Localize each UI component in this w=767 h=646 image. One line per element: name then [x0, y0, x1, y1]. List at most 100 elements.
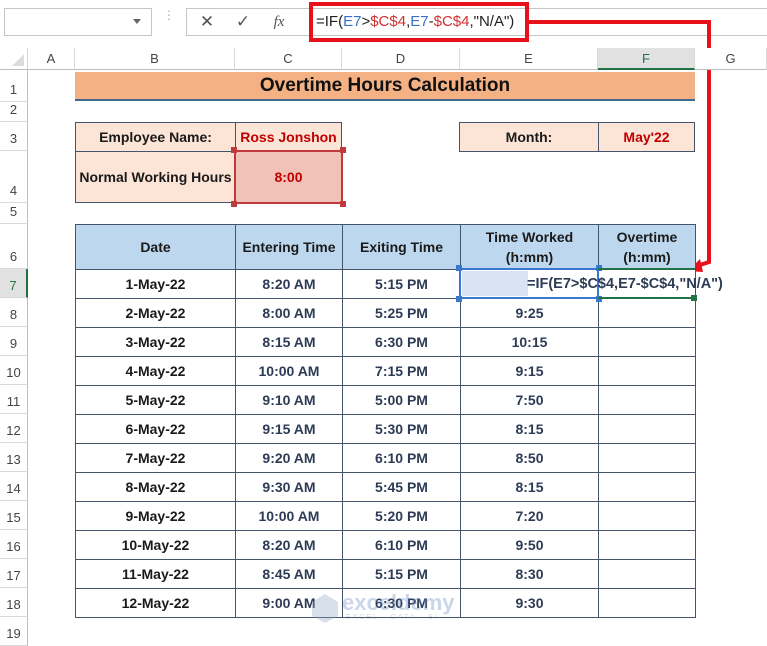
date-cell[interactable]: 11-May-22	[75, 559, 236, 589]
range-handle[interactable]	[456, 265, 462, 271]
table-header-worked: Time Worked (h:mm)	[460, 224, 599, 270]
entering-time-cell[interactable]: 9:15 AM	[235, 414, 343, 444]
range-handle[interactable]	[456, 296, 462, 302]
entering-time-cell[interactable]: 8:20 AM	[235, 530, 343, 560]
overtime-cell[interactable]	[598, 443, 696, 473]
entering-time-cell[interactable]: 9:20 AM	[235, 443, 343, 473]
entering-time-cell[interactable]: 10:00 AM	[235, 501, 343, 531]
range-handle[interactable]	[340, 147, 346, 153]
date-cell[interactable]: 9-May-22	[75, 501, 236, 531]
time-worked-cell[interactable]: 7:20	[460, 501, 599, 531]
overtime-cell[interactable]	[598, 385, 696, 415]
row-header-11[interactable]: 11	[0, 385, 28, 414]
entering-time-cell[interactable]: 9:00 AM	[235, 588, 343, 618]
time-worked-cell[interactable]: 9:30	[460, 588, 599, 618]
row-header-8[interactable]: 8	[0, 298, 28, 327]
exiting-time-cell[interactable]: 5:15 PM	[342, 269, 461, 299]
time-worked-cell[interactable]: 7:50	[460, 385, 599, 415]
column-header-e[interactable]: E	[460, 48, 598, 70]
date-cell[interactable]: 2-May-22	[75, 298, 236, 328]
row-header-18[interactable]: 18	[0, 588, 28, 617]
time-worked-cell[interactable]: 9:15	[460, 356, 599, 386]
row-header-2[interactable]: 2	[0, 102, 28, 122]
entering-time-cell[interactable]: 10:00 AM	[235, 356, 343, 386]
entering-time-cell[interactable]: 9:30 AM	[235, 472, 343, 502]
overtime-cell[interactable]	[598, 356, 696, 386]
time-worked-cell[interactable]: 8:50	[460, 443, 599, 473]
exiting-time-cell[interactable]: 5:00 PM	[342, 385, 461, 415]
table-header-date: Date	[75, 224, 236, 270]
date-cell[interactable]: 1-May-22	[75, 269, 236, 299]
exiting-time-cell[interactable]: 5:25 PM	[342, 298, 461, 328]
range-handle[interactable]	[231, 147, 237, 153]
overtime-cell[interactable]	[598, 559, 696, 589]
overtime-cell[interactable]	[598, 588, 696, 618]
exiting-time-cell[interactable]: 5:20 PM	[342, 501, 461, 531]
date-cell[interactable]: 10-May-22	[75, 530, 236, 560]
exiting-time-cell[interactable]: 5:15 PM	[342, 559, 461, 589]
date-cell[interactable]: 4-May-22	[75, 356, 236, 386]
row-header-16[interactable]: 16	[0, 530, 28, 559]
sheet-title: Overtime Hours Calculation	[75, 72, 695, 101]
month-value[interactable]: May'22	[598, 122, 695, 152]
exiting-time-cell[interactable]: 6:30 PM	[342, 327, 461, 357]
date-cell[interactable]: 5-May-22	[75, 385, 236, 415]
employee-name-label: Employee Name:	[75, 122, 236, 152]
time-worked-cell[interactable]: 8:30	[460, 559, 599, 589]
overtime-cell[interactable]	[598, 298, 696, 328]
time-worked-cell[interactable]: 8:15	[460, 414, 599, 444]
exiting-time-cell[interactable]: 6:10 PM	[342, 530, 461, 560]
row-header-19[interactable]: 19	[0, 617, 28, 646]
exiting-time-cell[interactable]: 5:45 PM	[342, 472, 461, 502]
range-handle[interactable]	[231, 201, 237, 207]
column-header-d[interactable]: D	[342, 48, 460, 70]
date-cell[interactable]: 3-May-22	[75, 327, 236, 357]
entering-time-cell[interactable]: 9:10 AM	[235, 385, 343, 415]
overtime-cell[interactable]	[598, 327, 696, 357]
in-cell-formula[interactable]: =IF(E7>$C$4,E7-$C$4,"N/A")	[527, 272, 723, 296]
overtime-cell[interactable]	[598, 414, 696, 444]
time-worked-cell[interactable]: 9:50	[460, 530, 599, 560]
exiting-time-cell[interactable]: 6:10 PM	[342, 443, 461, 473]
exiting-time-cell[interactable]: 6:30 PM	[342, 588, 461, 618]
time-worked-cell[interactable]: 10:15	[460, 327, 599, 357]
column-header-g[interactable]: G	[695, 48, 767, 70]
row-header-5[interactable]: 5	[0, 203, 28, 224]
row-header-13[interactable]: 13	[0, 443, 28, 472]
entering-time-cell[interactable]: 8:20 AM	[235, 269, 343, 299]
time-worked-cell[interactable]: 9:25	[460, 298, 599, 328]
select-all-corner[interactable]	[0, 48, 28, 70]
date-cell[interactable]: 6-May-22	[75, 414, 236, 444]
entering-time-cell[interactable]: 8:15 AM	[235, 327, 343, 357]
table-header-exit: Exiting Time	[342, 224, 461, 270]
date-cell[interactable]: 8-May-22	[75, 472, 236, 502]
row-header-3[interactable]: 3	[0, 122, 28, 151]
row-header-14[interactable]: 14	[0, 472, 28, 501]
date-cell[interactable]: 7-May-22	[75, 443, 236, 473]
overtime-cell[interactable]	[598, 472, 696, 502]
row-header-7[interactable]: 7	[0, 269, 28, 298]
normal-hours-value[interactable]: 8:00	[234, 150, 343, 204]
date-cell[interactable]: 12-May-22	[75, 588, 236, 618]
exiting-time-cell[interactable]: 5:30 PM	[342, 414, 461, 444]
entering-time-cell[interactable]: 8:45 AM	[235, 559, 343, 589]
row-header-17[interactable]: 17	[0, 559, 28, 588]
entering-time-cell[interactable]: 8:00 AM	[235, 298, 343, 328]
column-header-a[interactable]: A	[28, 48, 75, 70]
exiting-time-cell[interactable]: 7:15 PM	[342, 356, 461, 386]
overtime-cell[interactable]	[598, 530, 696, 560]
row-header-1[interactable]: 1	[0, 70, 28, 102]
overtime-cell[interactable]	[598, 501, 696, 531]
row-header-10[interactable]: 10	[0, 356, 28, 385]
column-header-f[interactable]: F	[598, 48, 695, 70]
row-header-4[interactable]: 4	[0, 151, 28, 203]
row-header-15[interactable]: 15	[0, 501, 28, 530]
row-header-6[interactable]: 6	[0, 224, 28, 269]
row-header-12[interactable]: 12	[0, 414, 28, 443]
column-header-b[interactable]: B	[75, 48, 235, 70]
employee-name-value[interactable]: Ross Jonshon	[235, 122, 342, 152]
row-header-9[interactable]: 9	[0, 327, 28, 356]
column-header-c[interactable]: C	[235, 48, 342, 70]
range-handle[interactable]	[340, 201, 346, 207]
time-worked-cell[interactable]: 8:15	[460, 472, 599, 502]
